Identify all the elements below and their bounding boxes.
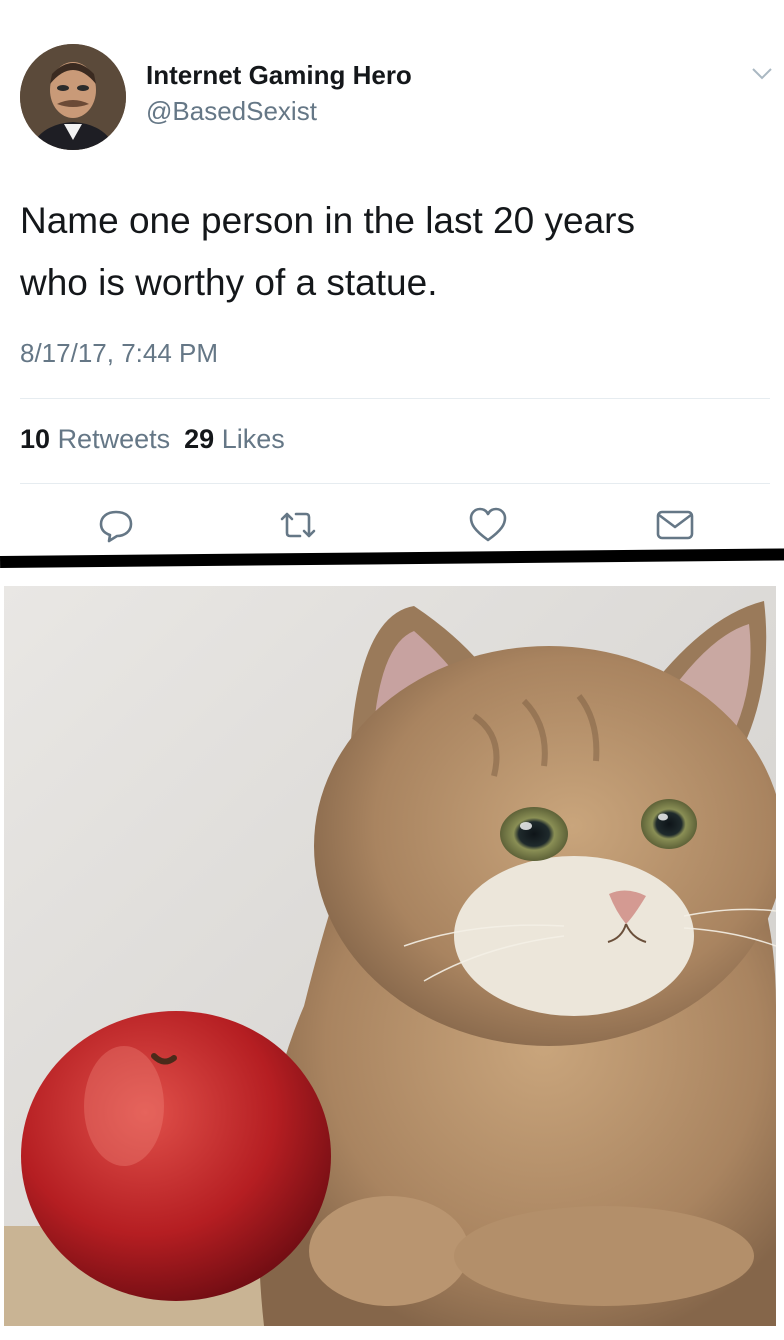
likes-count: 29 xyxy=(184,424,215,454)
tweet-text-line-1: Name one person in the last 20 years xyxy=(20,200,635,241)
chevron-down-icon[interactable] xyxy=(750,66,774,82)
author-name[interactable]: Internet Gaming Hero xyxy=(146,60,412,91)
cat-with-apple-photo xyxy=(4,586,776,1326)
cat-photo-illustration xyxy=(4,586,776,1326)
envelope-icon xyxy=(656,510,694,540)
tweet-text-line-2: who is worthy of a statue. xyxy=(20,262,438,303)
tweet-card: Internet Gaming Hero @BasedSexist Name o… xyxy=(0,0,784,562)
likes-label: Likes xyxy=(221,424,285,454)
timestamp: 8/17/17, 7:44 PM xyxy=(20,338,219,368)
avatar[interactable] xyxy=(20,44,126,150)
author-handle[interactable]: @BasedSexist xyxy=(146,96,317,127)
divider xyxy=(20,398,770,399)
message-button[interactable] xyxy=(655,505,695,545)
avatar-portrait xyxy=(20,44,126,150)
reply-button[interactable] xyxy=(96,505,136,545)
like-button[interactable] xyxy=(468,505,508,545)
retweet-stat[interactable]: 10 Retweets xyxy=(20,424,170,454)
divider xyxy=(20,483,770,484)
retweet-button[interactable] xyxy=(278,505,318,545)
heart-icon xyxy=(469,507,507,542)
reply-icon xyxy=(99,510,133,543)
retweet-icon xyxy=(280,512,316,538)
likes-stat[interactable]: 29 Likes xyxy=(184,424,285,454)
tweet-text: Name one person in the last 20 years who… xyxy=(20,190,760,314)
retweets-count: 10 xyxy=(20,424,51,454)
retweets-label: Retweets xyxy=(57,424,171,454)
engagement-stats: 10 Retweets 29 Likes xyxy=(20,424,285,455)
